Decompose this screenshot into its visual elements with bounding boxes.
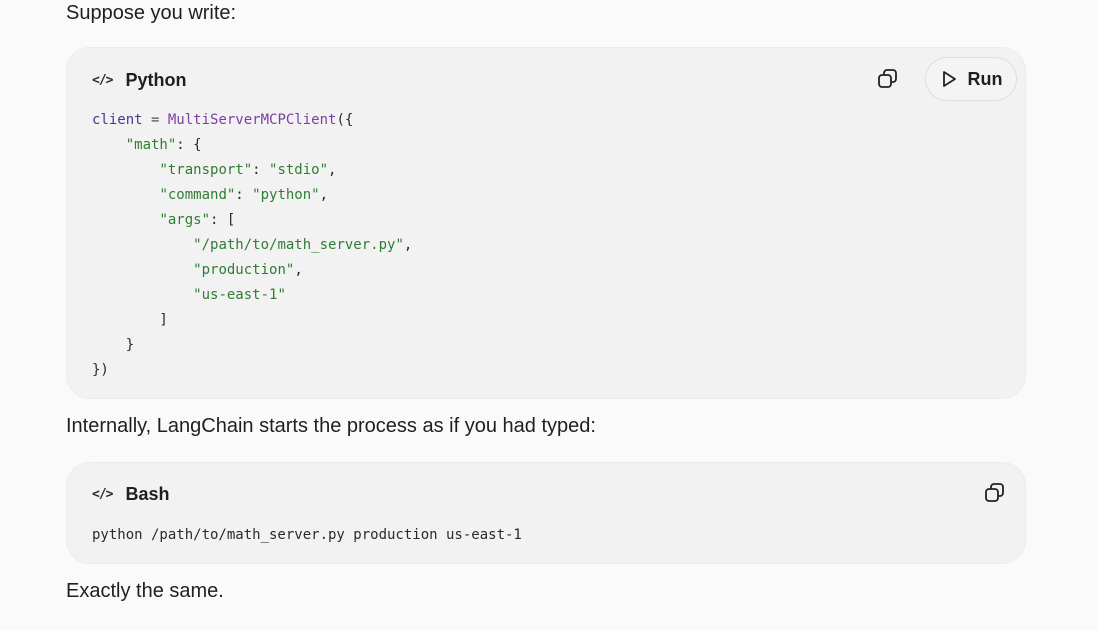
code-line: "us-east-1" (92, 283, 412, 308)
code-token: "command" (159, 187, 236, 203)
copy-icon (878, 69, 897, 88)
outro-text: Exactly the same. (66, 580, 224, 602)
code-line: ] (92, 308, 412, 333)
code-line: "transport": "stdio", (92, 158, 412, 183)
code-token: , (403, 237, 413, 253)
code-token: "production" (193, 262, 295, 278)
code-token: python /path/to/math_server.py productio… (92, 527, 522, 543)
code-token: MultiServerMCPClient (167, 112, 337, 128)
code-line: "math": { (92, 133, 412, 158)
code-token: "python" (252, 187, 320, 203)
code-line: "production", (92, 258, 412, 283)
copy-icon (985, 483, 1004, 502)
code-line: client = MultiServerMCPClient({ (92, 108, 412, 133)
run-label: Run (967, 68, 1003, 89)
bash-code: python /path/to/math_server.py productio… (92, 523, 522, 548)
python-code: client = MultiServerMCPClient({ "math": … (92, 108, 412, 383)
code-token: ] (92, 312, 168, 328)
code-token: : [ (210, 212, 236, 228)
language-label: Bash (125, 484, 170, 504)
code-token: : { (176, 137, 202, 153)
code-token: client (92, 112, 143, 128)
code-block-header: </> Python (92, 70, 186, 91)
code-block-header: </> Bash (92, 484, 170, 505)
bash-code-block: </> Bash python /path/to/math_server.py … (66, 462, 1026, 564)
code-token: "/path/to/math_server.py" (193, 237, 404, 253)
copy-button[interactable] (874, 65, 902, 93)
intro-text: Suppose you write: (66, 2, 237, 24)
code-line: python /path/to/math_server.py productio… (92, 523, 522, 548)
code-line: "args": [ (92, 208, 412, 233)
code-icon: </> (92, 487, 114, 502)
code-line: } (92, 333, 412, 358)
code-line: "/path/to/math_server.py", (92, 233, 412, 258)
python-code-block: </> Python Run client = MultiServerMCPCl… (66, 47, 1026, 399)
code-token: , (294, 262, 303, 278)
code-token: ({ (336, 112, 354, 128)
code-line: }) (92, 358, 412, 383)
code-token: , (319, 187, 329, 203)
code-token: : (235, 187, 253, 203)
run-button[interactable]: Run (925, 57, 1017, 101)
code-line: "command": "python", (92, 183, 412, 208)
code-token: "us-east-1" (193, 287, 286, 303)
middle-text: Internally, LangChain starts the process… (66, 415, 596, 437)
code-token: = (142, 112, 168, 128)
code-token: "args" (159, 212, 211, 228)
play-icon (942, 71, 956, 87)
code-icon: </> (92, 73, 114, 88)
code-token: , (328, 162, 337, 178)
code-token: : (252, 162, 270, 178)
code-token: }) (92, 362, 109, 378)
language-label: Python (125, 70, 187, 90)
copy-button[interactable] (981, 479, 1009, 507)
code-token: "stdio" (269, 162, 329, 178)
code-token: } (92, 337, 135, 353)
code-token: "transport" (159, 162, 253, 178)
code-token: "math" (125, 137, 177, 153)
